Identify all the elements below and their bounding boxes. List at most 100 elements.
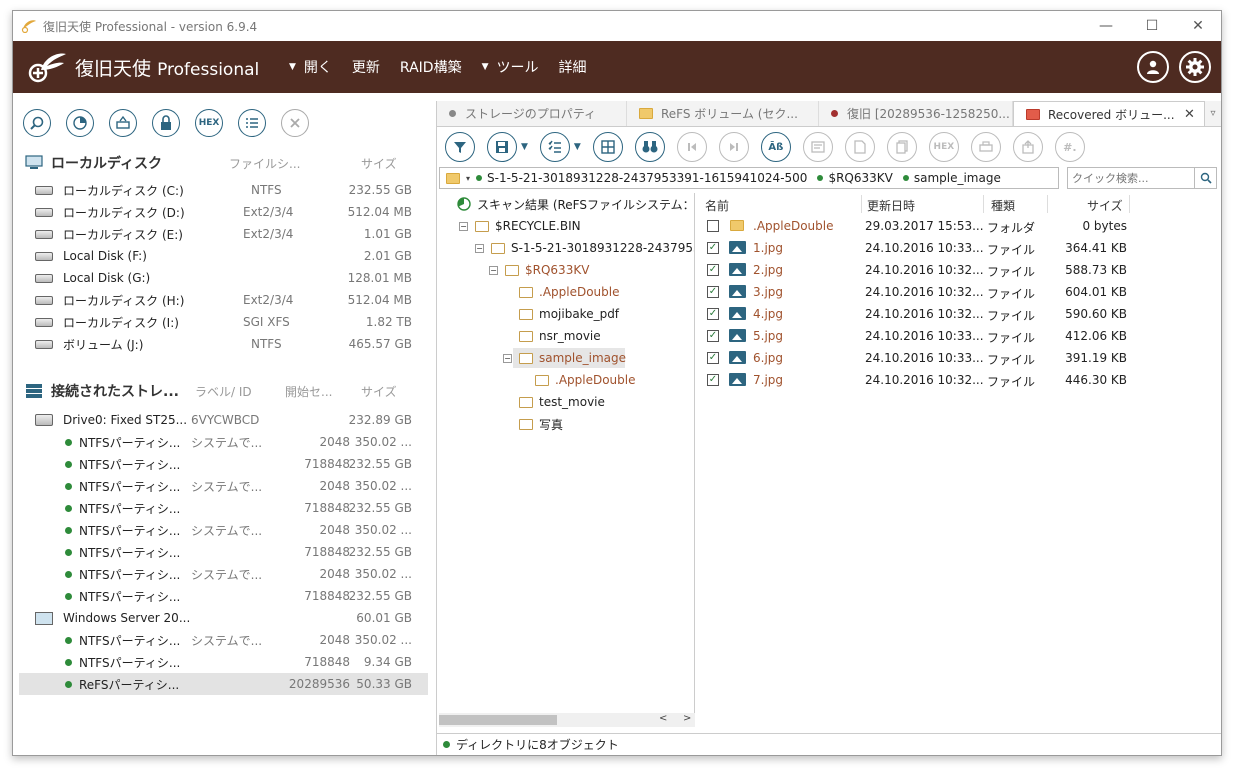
row-checkbox-checked[interactable]: ✓ (707, 330, 719, 342)
scroll-right-icon[interactable]: > (683, 713, 691, 724)
minimize-button[interactable]: — (1083, 11, 1129, 41)
text-encoding-button[interactable]: Āß (760, 132, 791, 162)
maximize-button[interactable]: ☐ (1129, 11, 1175, 41)
chevron-down-icon[interactable]: ▼ (521, 142, 528, 152)
breadcrumb-segment[interactable]: S-1-5-21-3018931228-2437953391-161594102… (476, 171, 807, 185)
close-button[interactable]: ✕ (1175, 11, 1221, 41)
search-storage-button[interactable] (23, 109, 51, 137)
col-start-sector[interactable]: 開始セ... (285, 383, 332, 400)
table-row[interactable]: .AppleDouble 29.03.2017 15:53... フォルダ 0 byt… (697, 215, 1221, 237)
image-button[interactable] (109, 109, 137, 137)
col-label-id[interactable]: ラベル/ ID (195, 383, 252, 400)
list-item[interactable]: ボリューム (J:) NTFS 465.57 GB (13, 333, 436, 355)
col-filesystem[interactable]: ファイルシ... (229, 155, 300, 172)
hex-view-button[interactable]: HEX (928, 132, 959, 162)
collapse-icon[interactable]: − (475, 243, 484, 253)
tab-overflow-icon[interactable]: ▿ (1205, 101, 1221, 126)
partition-row[interactable]: NTFSパーティシ... システムで... 2048 350.02 ... (13, 563, 436, 585)
partition-row[interactable]: NTFSパーティシ... システムで... 2048 350.02 ... (13, 431, 436, 453)
scroll-left-icon[interactable]: < (659, 713, 667, 724)
table-row[interactable]: ✓ 6.jpg 24.10.2016 10:33... ファイル 391.19 KB (697, 347, 1221, 369)
tree-node[interactable]: − S-1-5-21-3018931228-24379533 (437, 237, 694, 259)
menu-refresh[interactable]: 更新 (352, 57, 380, 77)
filter-button[interactable] (445, 132, 475, 162)
scan-button[interactable] (66, 109, 94, 137)
table-row[interactable]: ✓ 2.jpg 24.10.2016 10:32... ファイル 588.73 KB (697, 259, 1221, 281)
list-button[interactable] (238, 109, 266, 137)
hash-button[interactable]: #. (1054, 132, 1085, 162)
tree-node[interactable]: − $RECYCLE.BIN (437, 215, 694, 237)
list-item[interactable]: ローカルディスク (E:) Ext2/3/4 1.01 GB (13, 223, 436, 245)
chevron-down-icon[interactable]: ▾ (466, 174, 470, 183)
drive-row[interactable]: Windows Server 20... 60.01 GB (13, 607, 436, 629)
partition-row[interactable]: NTFSパーティシ... 718848 232.55 GB (13, 541, 436, 563)
print-button[interactable] (970, 132, 1001, 162)
file-info-button[interactable] (844, 132, 875, 162)
tree-node[interactable]: .AppleDouble (437, 369, 694, 391)
breadcrumb-segment[interactable]: sample_image (902, 171, 1001, 185)
tree-horizontal-scrollbar[interactable]: < > (439, 713, 695, 727)
partition-row[interactable]: NTFSパーティシ... システムで... 2048 350.02 ... (13, 519, 436, 541)
checklist-button[interactable] (539, 132, 570, 162)
row-checkbox[interactable] (707, 220, 719, 232)
preview-button[interactable] (802, 132, 833, 162)
row-checkbox-checked[interactable]: ✓ (707, 308, 719, 320)
table-row[interactable]: ✓ 4.jpg 24.10.2016 10:32... ファイル 590.60 KB (697, 303, 1221, 325)
drive-row[interactable]: Drive0: Fixed ST25... 6VYCWBCD 232.89 GB (13, 409, 436, 431)
account-button[interactable] (1137, 51, 1169, 83)
prev-button[interactable] (676, 132, 707, 162)
breadcrumb-segment[interactable]: $RQ633KV (817, 171, 893, 185)
tree-node[interactable]: test_movie (437, 391, 694, 413)
menu-open[interactable]: ▼ 開く (289, 57, 332, 77)
partition-row[interactable]: NTFSパーティシ... 718848 232.55 GB (13, 585, 436, 607)
col-modified[interactable]: 更新日時 (867, 197, 915, 214)
col-size[interactable]: サイズ (1087, 197, 1123, 214)
tree-node-selected[interactable]: − sample_image (437, 347, 694, 369)
tab-close-icon[interactable]: ✕ (1184, 107, 1195, 122)
menu-raid[interactable]: RAID構築 (400, 57, 462, 77)
col-name[interactable]: 名前 (705, 197, 729, 214)
hex-button[interactable]: HEX (195, 109, 223, 137)
row-checkbox-checked[interactable]: ✓ (707, 264, 719, 276)
tree-node[interactable]: 写真 (437, 413, 694, 435)
list-item[interactable]: ローカルディスク (I:) SGI XFS 1.82 TB (13, 311, 436, 333)
list-item[interactable]: ローカルディスク (D:) Ext2/3/4 512.04 MB (13, 201, 436, 223)
breadcrumb[interactable]: ▾ S-1-5-21-3018931228-2437953391-1615941… (439, 167, 1059, 189)
tab-refs-volume[interactable]: ReFS ボリューム (セク... (627, 101, 819, 126)
table-row[interactable]: ✓ 3.jpg 24.10.2016 10:32... ファイル 604.01 KB (697, 281, 1221, 303)
chevron-down-icon[interactable]: ▼ (574, 142, 581, 152)
list-item[interactable]: Local Disk (F:) 2.01 GB (13, 245, 436, 267)
col-size[interactable]: サイズ (361, 383, 397, 400)
col-type[interactable]: 種類 (991, 197, 1015, 214)
quick-search-button[interactable] (1194, 168, 1216, 188)
partition-row-selected[interactable]: ReFSパーティシ... 20289536 50.33 GB (19, 673, 428, 695)
partition-row[interactable]: NTFSパーティシ... 718848 9.34 GB (13, 651, 436, 673)
copy-button[interactable] (886, 132, 917, 162)
tree-node[interactable]: .AppleDouble (437, 281, 694, 303)
partition-row[interactable]: NTFSパーティシ... 718848 232.55 GB (13, 497, 436, 519)
menu-tools[interactable]: ▼ ツール (482, 57, 539, 77)
next-button[interactable] (718, 132, 749, 162)
list-item[interactable]: ローカルディスク (C:) NTFS 232.55 GB (13, 179, 436, 201)
partition-row[interactable]: NTFSパーティシ... 718848 232.55 GB (13, 453, 436, 475)
settings-button[interactable] (1179, 51, 1211, 83)
tab-recovery[interactable]: 復旧 [20289536-1258250... (819, 101, 1013, 126)
partition-row[interactable]: NTFSパーティシ... システムで... 2048 350.02 ... (13, 475, 436, 497)
collapse-icon[interactable]: − (459, 221, 468, 231)
tree-node[interactable]: nsr_movie (437, 325, 694, 347)
tree-node[interactable]: mojibake_pdf (437, 303, 694, 325)
collapse-icon[interactable]: − (503, 353, 512, 363)
collapse-icon[interactable]: − (489, 265, 498, 275)
grid-view-button[interactable] (592, 132, 623, 162)
row-checkbox-checked[interactable]: ✓ (707, 352, 719, 364)
scrollbar-thumb[interactable] (439, 715, 557, 725)
find-button[interactable] (634, 132, 665, 162)
row-checkbox-checked[interactable]: ✓ (707, 286, 719, 298)
list-item[interactable]: Local Disk (G:) 128.01 MB (13, 267, 436, 289)
tab-storage-properties[interactable]: ストレージのプロパティ (437, 101, 627, 126)
partition-row[interactable]: NTFSパーティシ... システムで... 2048 350.02 ... (13, 629, 436, 651)
close-storage-button[interactable] (281, 109, 309, 137)
tree-root[interactable]: スキャン結果 (ReFSファイルシステム： (437, 193, 694, 215)
table-row[interactable]: ✓ 7.jpg 24.10.2016 10:32... ファイル 446.30 KB (697, 369, 1221, 391)
quick-search-input[interactable] (1068, 168, 1194, 188)
